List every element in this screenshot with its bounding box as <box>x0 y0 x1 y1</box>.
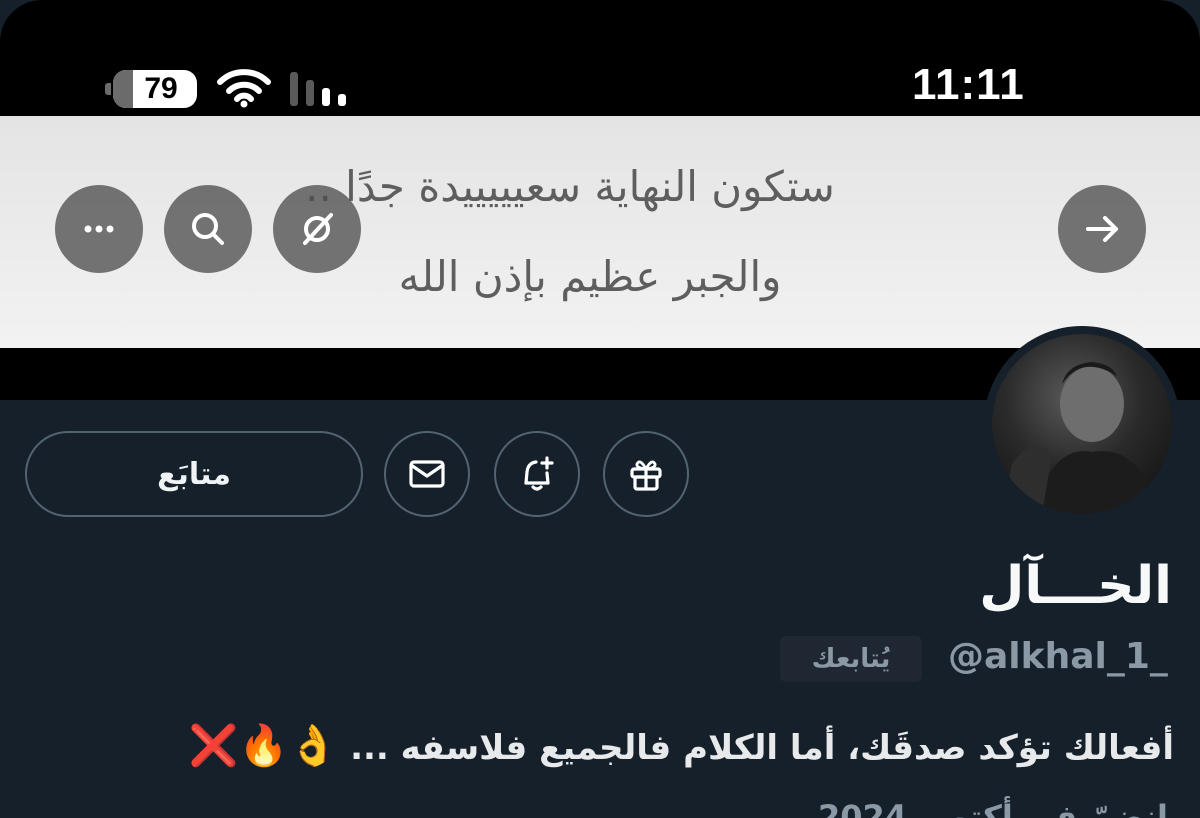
status-time: 11:11 <box>912 60 1025 109</box>
message-button[interactable] <box>384 431 470 517</box>
wifi-icon <box>217 69 271 108</box>
search-button[interactable] <box>164 185 252 273</box>
arrow-right-icon <box>1086 216 1118 242</box>
avatar[interactable] <box>984 326 1180 522</box>
username-handle: @alkhal_1_ <box>948 636 1168 677</box>
avatar-photo <box>992 334 1172 514</box>
grok-button[interactable] <box>273 185 361 273</box>
notifications-button[interactable] <box>494 431 580 517</box>
more-icon <box>84 225 114 233</box>
cellular-signal-icon <box>290 72 346 106</box>
follows-you-badge: يُتابعك <box>780 636 922 682</box>
display-name: الخـــآل <box>979 556 1172 616</box>
envelope-icon <box>409 460 445 488</box>
battery-icon: 79 <box>105 70 197 108</box>
bio-emojis: 👌🔥❌ <box>188 723 339 769</box>
gift-button[interactable] <box>603 431 689 517</box>
more-button[interactable] <box>55 185 143 273</box>
battery-percent: 79 <box>144 72 178 105</box>
bio: أفعالك تؤكد صدقَك، أما الكلام فالجميع فل… <box>24 722 1174 769</box>
grok-icon <box>303 213 333 245</box>
bell-plus-icon <box>524 456 554 491</box>
bio-text: أفعالك تؤكد صدقَك، أما الكلام فالجميع فل… <box>350 728 1174 768</box>
gift-icon <box>630 460 662 491</box>
status-bar: 79 11:11 <box>0 0 1200 116</box>
following-button[interactable]: متابَع <box>25 431 363 517</box>
search-icon <box>192 213 224 245</box>
joined-date: انضمّ في أكتوبر 2024 <box>817 798 1168 818</box>
back-button[interactable] <box>1058 185 1146 273</box>
